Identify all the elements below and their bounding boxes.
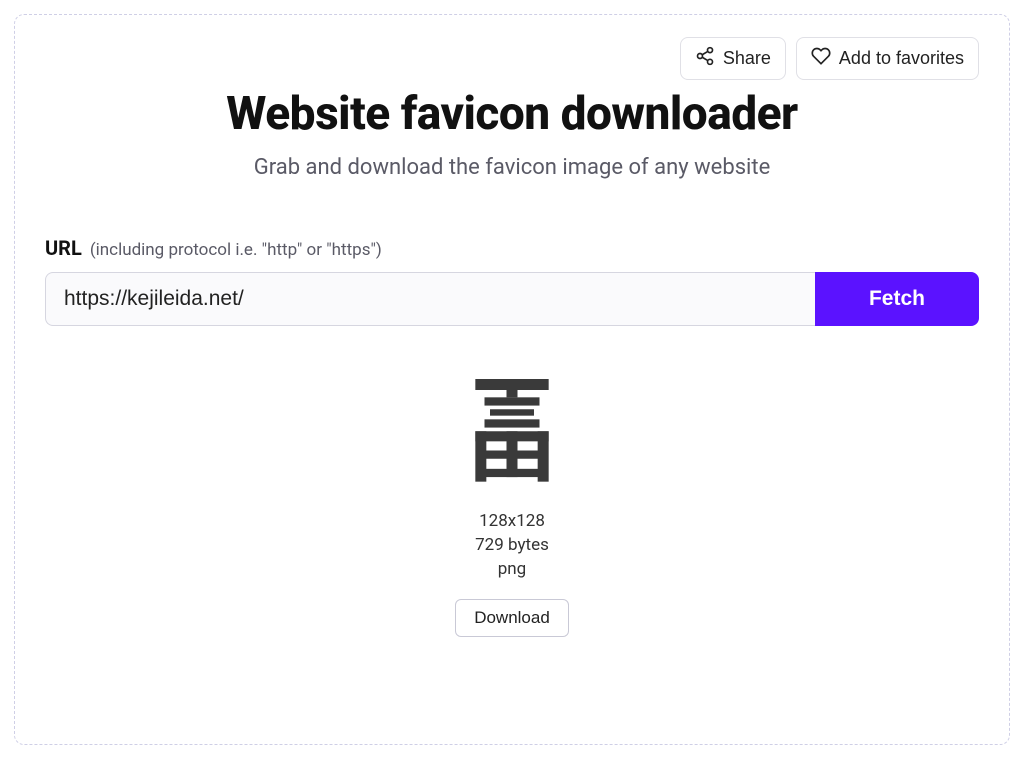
favicon-size: 729 bytes [475, 534, 549, 558]
download-button[interactable]: Download [455, 599, 569, 637]
url-hint: (including protocol i.e. "http" or "http… [90, 240, 382, 260]
share-button[interactable]: Share [680, 37, 786, 80]
favicon-preview [448, 372, 576, 500]
top-actions: Share Add to favorites [680, 37, 979, 80]
url-label: URL [45, 236, 82, 260]
url-input-row: Fetch [45, 272, 979, 326]
result-section: 128x128 729 bytes png Download [45, 372, 979, 637]
page-title: Website favicon downloader [45, 87, 979, 141]
heart-icon [811, 46, 831, 71]
share-label: Share [723, 48, 771, 69]
url-form: URL (including protocol i.e. "http" or "… [45, 236, 979, 326]
favicon-meta: 128x128 729 bytes png [475, 510, 549, 581]
url-input[interactable] [45, 272, 815, 326]
fetch-button[interactable]: Fetch [815, 272, 979, 326]
page-subtitle: Grab and download the favicon image of a… [45, 155, 979, 180]
favicon-dimensions: 128x128 [475, 510, 549, 534]
favicon-icon [462, 379, 562, 493]
share-icon [695, 46, 715, 71]
favicon-format: png [475, 558, 549, 582]
favorite-button[interactable]: Add to favorites [796, 37, 979, 80]
url-label-row: URL (including protocol i.e. "http" or "… [45, 236, 979, 260]
favorite-label: Add to favorites [839, 48, 964, 69]
tool-card: Share Add to favorites Website favicon d… [14, 14, 1010, 745]
hero: Website favicon downloader Grab and down… [45, 87, 979, 180]
